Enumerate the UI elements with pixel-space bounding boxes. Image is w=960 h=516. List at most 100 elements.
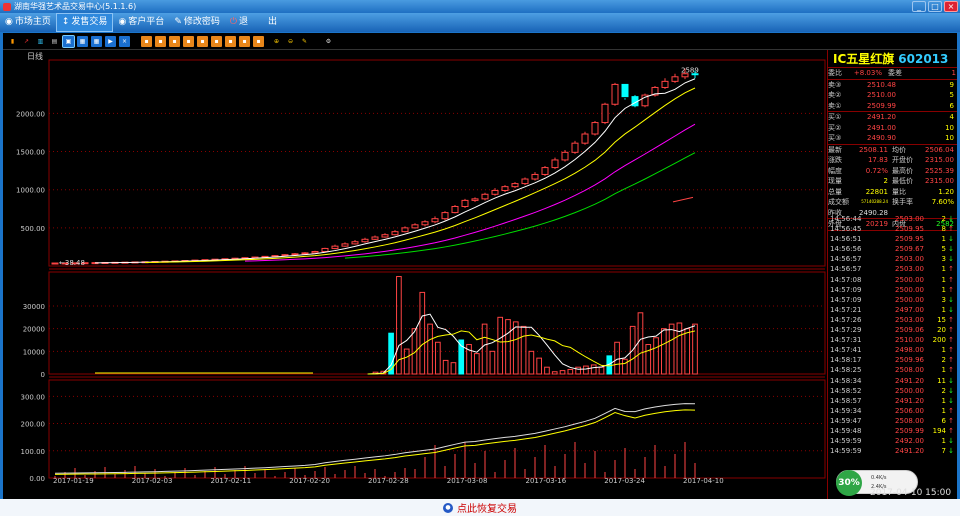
volume-bar bbox=[567, 368, 574, 375]
draw-icon[interactable]: ✎ bbox=[299, 35, 310, 47]
network-percent: 30% bbox=[836, 470, 862, 496]
up-arrow-icon: ↑ bbox=[948, 346, 954, 355]
next-icon[interactable]: ▶ bbox=[105, 35, 116, 47]
menu-change-password[interactable]: ✎ 修改密码 bbox=[169, 13, 225, 32]
restore-trade-link[interactable]: 点此恢复交易 bbox=[457, 500, 517, 515]
candle-body bbox=[281, 254, 289, 257]
kline-chart[interactable]: 日线 2000.00 1500.00 1000.00 500.00 ←38.48 2589 3… bbox=[3, 50, 827, 499]
weibi-row: 委比 +8.03% 委差 1 bbox=[828, 68, 957, 80]
grid-icon[interactable]: ▦ bbox=[91, 35, 102, 47]
menu-exit[interactable]: ⏻ 退 出 bbox=[225, 13, 282, 32]
trade-row: 14:59:48 2509.99 194 ↑ bbox=[828, 426, 958, 436]
volume-axis-label: 30000 bbox=[23, 303, 45, 311]
period-5-icon[interactable]: ▪ bbox=[197, 35, 208, 47]
trade-volume: 2 bbox=[941, 215, 946, 223]
candle-body bbox=[581, 133, 589, 144]
line-chart-icon[interactable]: ↗ bbox=[21, 35, 32, 47]
trade-volume: 2 bbox=[941, 386, 946, 395]
menu-label: 发售交易 bbox=[71, 17, 108, 27]
bid-price: 2490.90 bbox=[867, 134, 896, 142]
minimize-button[interactable]: _ bbox=[912, 1, 926, 12]
candle-body bbox=[371, 236, 379, 240]
trade-row: 14:57:09 2500.00 1 ↑ bbox=[828, 285, 958, 295]
low-price-label: ←38.48 bbox=[59, 259, 85, 267]
table-icon[interactable]: ▦ bbox=[77, 35, 88, 47]
volume-bar bbox=[497, 316, 504, 375]
candle-body bbox=[571, 142, 579, 153]
stat-label: 最高价 bbox=[892, 166, 913, 175]
trade-time: 14:56:45 bbox=[830, 225, 862, 234]
stat-label: 开盘价 bbox=[892, 156, 913, 164]
menu-market-home[interactable]: ◉ 市场主页 bbox=[0, 13, 56, 32]
asks: 卖③ 2510.48 9 卖② 2510.00 5 卖① 2509.99 6 bbox=[828, 80, 957, 112]
indicator-axis-label: 200.00 bbox=[21, 421, 46, 429]
ask-row[interactable]: 卖③ 2510.48 9 bbox=[828, 80, 957, 91]
trade-price: 2503.00 bbox=[895, 315, 924, 324]
candle-body bbox=[361, 238, 369, 243]
bid-label: 买① bbox=[828, 113, 842, 121]
maximize-button[interactable]: □ bbox=[928, 1, 942, 12]
kline-icon[interactable]: ▥ bbox=[35, 35, 46, 47]
trade-volume: 11 bbox=[937, 376, 946, 385]
down-arrow-icon: ↓ bbox=[948, 245, 954, 254]
period-3-icon[interactable]: ▪ bbox=[169, 35, 180, 47]
trade-row: 14:56:51 2509.95 1 ↓ bbox=[828, 234, 958, 244]
bids: 买① 2491.20 4 买② 2491.00 10 买③ 2490.90 10 bbox=[828, 112, 957, 145]
trade-time: 14:58:52 bbox=[830, 386, 862, 395]
trade-time: 14:56:44 bbox=[830, 215, 862, 223]
bar-chart-icon[interactable]: ▮ bbox=[7, 35, 18, 47]
period-7-icon[interactable]: ▪ bbox=[225, 35, 236, 47]
key-icon: ✎ bbox=[174, 17, 182, 27]
trade-row: 14:57:09 2500.00 3 ↓ bbox=[828, 295, 958, 305]
menu-issue-trade[interactable]: ↕ 发售交易 bbox=[55, 13, 114, 32]
candle-body bbox=[421, 221, 429, 226]
bid-row[interactable]: 买① 2491.20 4 bbox=[828, 112, 957, 123]
trade-time: 14:57:09 bbox=[830, 295, 862, 304]
menu-label: 退 bbox=[239, 17, 249, 27]
up-arrow-icon: ↑ bbox=[948, 285, 954, 294]
menu-client-platform[interactable]: ◉ 客户平台 bbox=[113, 13, 169, 32]
trade-volume: 1 bbox=[941, 437, 946, 446]
zoom-out-icon[interactable]: ⊖ bbox=[285, 35, 296, 47]
down-arrow-icon: ↓ bbox=[948, 215, 954, 223]
ask-row[interactable]: 卖① 2509.99 6 bbox=[828, 101, 957, 112]
stat-row: 最新 2508.11 均价 2506.04 bbox=[828, 145, 957, 156]
bid-row[interactable]: 买③ 2490.90 10 bbox=[828, 133, 957, 144]
bid-label: 买③ bbox=[828, 134, 842, 142]
candle-body bbox=[381, 234, 389, 238]
date-axis-label: 2017-02-03 bbox=[132, 477, 173, 485]
period-1-icon[interactable]: ▪ bbox=[141, 35, 152, 47]
ask-row[interactable]: 卖② 2510.00 5 bbox=[828, 90, 957, 101]
settings-icon[interactable]: ⚙ bbox=[323, 35, 334, 47]
trade-list[interactable]: 14:56:44 2503.00 2 ↓ 14:56:45 2509.95 8 ↑ 14:56:… bbox=[828, 214, 958, 456]
zoom-in-icon[interactable]: ⊕ bbox=[271, 35, 282, 47]
period-9-icon[interactable]: ▪ bbox=[253, 35, 264, 47]
indicator-line bbox=[54, 409, 696, 475]
stat-row: 总量 22801 量比 1.20 bbox=[828, 187, 957, 198]
trade-volume: 1 bbox=[941, 346, 946, 355]
period-6-icon[interactable]: ▪ bbox=[211, 35, 222, 47]
stat-value: 2508.11 bbox=[859, 145, 888, 154]
upload-speed: 0.4K/s bbox=[871, 475, 887, 481]
volume-bar bbox=[458, 339, 465, 375]
window-icon[interactable]: ▣ bbox=[62, 34, 75, 48]
list-icon[interactable]: ▤ bbox=[49, 35, 60, 47]
candle-body bbox=[671, 76, 679, 82]
period-2-icon[interactable]: ▪ bbox=[155, 35, 166, 47]
candle-body bbox=[311, 251, 319, 254]
close-window-button[interactable]: × bbox=[944, 1, 958, 12]
stat-value: 2315.00 bbox=[925, 177, 954, 185]
period-8-icon[interactable]: ▪ bbox=[239, 35, 250, 47]
chart-svg[interactable]: 日线 2000.00 1500.00 1000.00 500.00 ←38.48 2589 3… bbox=[3, 50, 827, 499]
trade-price: 2500.00 bbox=[895, 386, 924, 395]
bid-row[interactable]: 买② 2491.00 10 bbox=[828, 123, 957, 134]
weicha-label: 委差 bbox=[888, 69, 902, 77]
trade-row: 14:56:57 2503.00 1 ↑ bbox=[828, 264, 958, 274]
platform-icon: ◉ bbox=[118, 17, 127, 27]
candle-body bbox=[321, 247, 329, 253]
down-arrow-icon: ↓ bbox=[948, 437, 954, 446]
chart-datetime: 2017-04-10 15:00 bbox=[870, 488, 952, 498]
close-icon[interactable]: × bbox=[119, 35, 130, 47]
restore-icon[interactable]: ● bbox=[443, 502, 453, 513]
period-4-icon[interactable]: ▪ bbox=[183, 35, 194, 47]
